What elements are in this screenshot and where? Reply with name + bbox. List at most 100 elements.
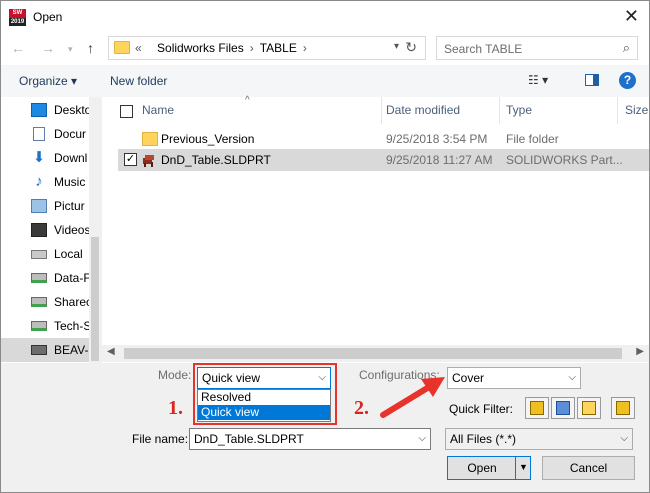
breadcrumb-overflow[interactable]: « [135, 41, 142, 55]
file-type-select[interactable]: All Files (*.*) ⌵ [445, 428, 633, 450]
drawing-filter-icon [582, 401, 596, 415]
address-dropdown-icon[interactable]: ▾ [394, 41, 399, 52]
sidebar-item-label: Data-F [54, 271, 89, 285]
file-date: 9/25/2018 3:54 PM [386, 132, 488, 146]
horizontal-scrollbar[interactable]: ◀ ▶ [102, 345, 649, 362]
chevron-down-icon: ⌵ [418, 433, 426, 444]
column-header-name[interactable]: Name [136, 97, 174, 124]
sidebar-scroll-thumb[interactable] [91, 237, 99, 361]
command-toolbar: Organize ▾ New folder ☷ ▾ ? [1, 65, 649, 97]
window-title: Open [33, 10, 63, 24]
address-bar[interactable]: « Solidworks Files › TABLE › ▾ ↻ [108, 36, 426, 60]
scroll-left-icon[interactable]: ◀ [107, 346, 115, 357]
filter-top-level-assemblies-button[interactable] [611, 397, 635, 419]
column-divider[interactable] [617, 97, 618, 124]
sidebar-item-label: BEAV- [54, 343, 89, 357]
preview-pane-icon[interactable] [585, 74, 599, 86]
sidebar-item-label: Videos [54, 223, 89, 237]
refresh-icon[interactable]: ↻ [405, 39, 417, 56]
table-row[interactable]: Previous_Version 9/25/2018 3:54 PM File … [118, 128, 649, 150]
sidebar-item-documents[interactable]: Docur [31, 122, 89, 146]
sidebar-item-music[interactable]: ♪ Music [31, 170, 89, 194]
sidebar-item-downloads[interactable]: ⬇ Downl [31, 146, 89, 170]
scroll-right-icon[interactable]: ▶ [636, 346, 644, 357]
configuration-selected-value: Cover [452, 371, 485, 385]
folder-icon [114, 41, 130, 54]
navigation-bar: ← → ▾ ↑ « Solidworks Files › TABLE › ▾ ↻ Se… [1, 33, 649, 65]
drive-icon [31, 250, 47, 259]
horizontal-scroll-thumb[interactable] [124, 348, 622, 359]
forward-arrow-icon[interactable]: → [41, 40, 55, 56]
search-icon[interactable]: ⌕ [623, 40, 630, 56]
top-assembly-filter-icon [616, 401, 630, 415]
organize-button[interactable]: Organize ▾ [19, 74, 77, 88]
help-icon[interactable]: ? [619, 72, 636, 89]
back-arrow-icon[interactable]: ← [11, 40, 25, 56]
videos-icon [31, 223, 47, 237]
sidebar-item-label: Local [54, 247, 83, 261]
sidebar-item-shared[interactable]: Sharec [31, 290, 89, 314]
annotation-arrow-icon [380, 377, 445, 418]
table-row[interactable]: ✓ DnD_Table.SLDPRT 9/25/2018 11:27 AM SO… [118, 149, 649, 171]
part-filter-icon [530, 401, 544, 415]
sidebar-item-label: Sharec [54, 295, 89, 309]
breadcrumb-solidworks-files[interactable]: Solidworks Files [157, 41, 244, 55]
sidebar-item-data[interactable]: Data-F [31, 266, 89, 290]
network-drive-icon [31, 273, 47, 283]
pictures-icon [31, 199, 47, 213]
filter-drawings-button[interactable] [577, 397, 601, 419]
chevron-down-icon: ⌵ [568, 372, 576, 383]
file-date: 9/25/2018 11:27 AM [386, 153, 493, 167]
filter-parts-button[interactable] [525, 397, 549, 419]
sidebar-item-label: Pictur [54, 199, 85, 213]
column-header-type[interactable]: Type [500, 97, 532, 124]
chevron-down-icon: ⌵ [620, 433, 628, 444]
sidebar-item-beav[interactable]: BEAV- [1, 338, 89, 362]
breadcrumb-separator-icon[interactable]: › [303, 41, 307, 55]
sidebar-item-videos[interactable]: Videos [31, 218, 89, 242]
sidebar-item-tech[interactable]: Tech-S [31, 314, 89, 338]
file-name: Previous_Version [161, 132, 255, 146]
sidebar-item-label: Docur [54, 127, 87, 141]
sidebar-item-label: Downl [54, 151, 88, 165]
network-drive-icon [31, 297, 47, 307]
breadcrumb-table[interactable]: TABLE [260, 41, 297, 55]
breadcrumb-separator-icon[interactable]: › [250, 41, 254, 55]
quick-filter-label: Quick Filter: [449, 402, 514, 416]
folder-icon [142, 132, 158, 146]
recent-locations-chevron-icon[interactable]: ▾ [68, 44, 73, 55]
annotation-step-1: 1. [168, 397, 183, 419]
close-icon[interactable]: ✕ [624, 6, 639, 27]
file-name-value: DnD_Table.SLDPRT [194, 432, 304, 446]
sidebar-scrollbar[interactable] [89, 97, 101, 363]
downloads-icon: ⬇ [32, 149, 46, 166]
search-input[interactable]: Search TABLE [444, 42, 522, 56]
documents-icon [33, 127, 45, 141]
cancel-button[interactable]: Cancel [542, 456, 635, 480]
assembly-filter-icon [556, 401, 570, 415]
file-name-input[interactable]: DnD_Table.SLDPRT ⌵ [189, 428, 431, 450]
new-folder-button[interactable]: New folder [110, 74, 167, 88]
file-type: SOLIDWORKS Part... [506, 153, 623, 167]
row-checkbox[interactable]: ✓ [124, 153, 137, 166]
sidebar-item-desktop[interactable]: Deskto [31, 98, 89, 122]
part-icon [143, 155, 154, 167]
configurations-select[interactable]: Cover ⌵ [447, 367, 581, 389]
open-dialog: SW 2019 Open ✕ ← → ▾ ↑ « Solidworks Files… [0, 0, 650, 493]
search-box[interactable]: Search TABLE ⌕ [436, 36, 638, 60]
filter-assemblies-button[interactable] [551, 397, 575, 419]
file-type-value: All Files (*.*) [450, 432, 517, 446]
column-header-size[interactable]: Size [619, 97, 648, 124]
music-icon: ♪ [35, 173, 43, 190]
change-view-icon[interactable]: ☷ ▾ [528, 73, 548, 87]
up-arrow-icon[interactable]: ↑ [87, 40, 94, 56]
sort-ascending-icon: ^ [245, 95, 250, 106]
select-all-checkbox[interactable] [120, 105, 133, 118]
column-header-date[interactable]: Date modified [380, 97, 460, 124]
annotation-step-2: 2. [354, 397, 369, 419]
open-options-chevron-icon[interactable]: ▼ [515, 456, 531, 480]
network-drive-icon [31, 321, 47, 331]
cancel-button-label: Cancel [569, 461, 608, 475]
sidebar-item-local[interactable]: Local [31, 242, 89, 266]
sidebar-item-pictures[interactable]: Pictur [31, 194, 89, 218]
